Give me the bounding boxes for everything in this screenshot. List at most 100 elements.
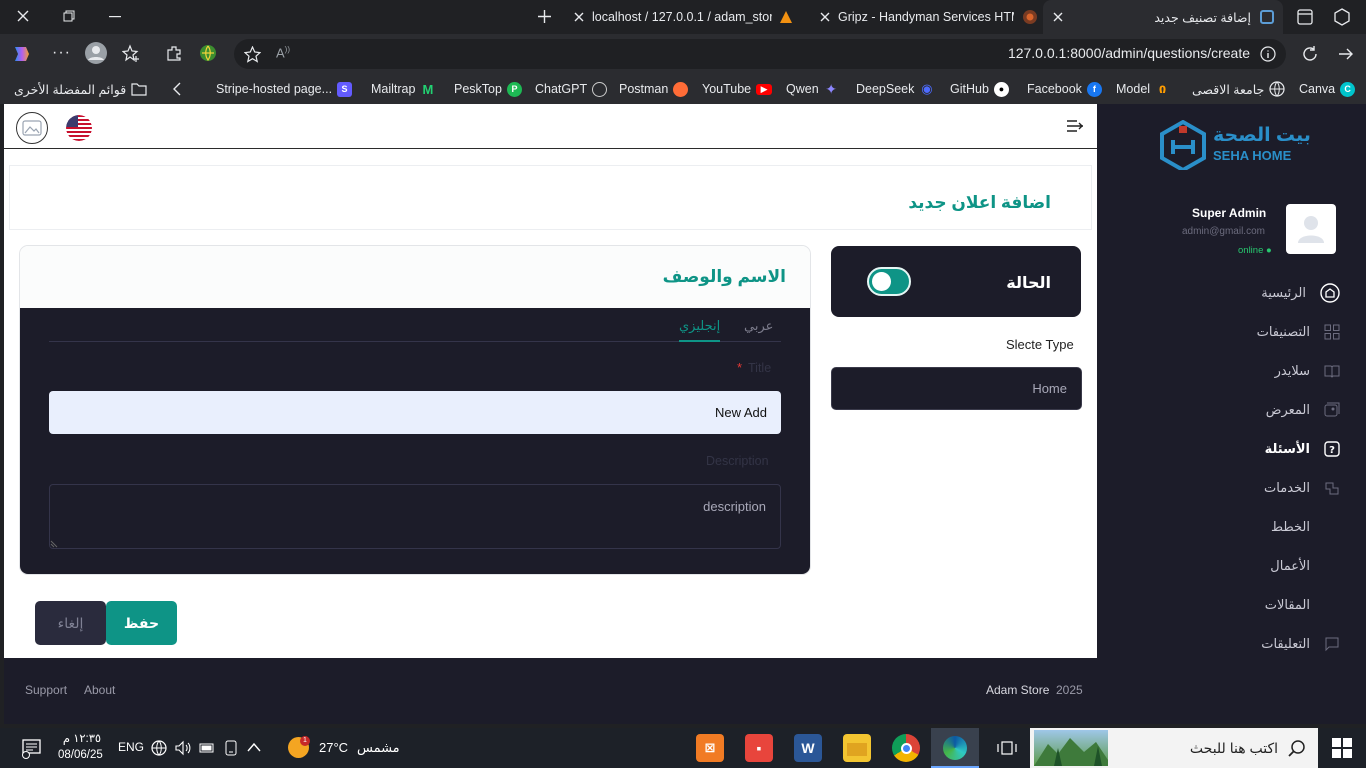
address-bar[interactable]: A)) 127.0.0.1:8000/admin/questions/creat… [234, 39, 1286, 69]
site-info-icon[interactable] [1260, 46, 1276, 62]
extensions-icon[interactable] [165, 44, 183, 62]
save-button[interactable]: حفظ [106, 601, 177, 645]
close-window-icon[interactable] [16, 9, 30, 23]
user-avatar[interactable] [1286, 204, 1336, 254]
bookmark-pesktop[interactable]: PeskTop P [454, 74, 522, 104]
word-icon[interactable]: W [794, 734, 822, 762]
bookmark-label: Canva [1299, 82, 1336, 96]
edge-taskbar-button[interactable] [931, 728, 979, 768]
bookmark-canva[interactable]: Canva C [1299, 74, 1356, 104]
file-explorer-icon[interactable] [843, 734, 871, 762]
brand-logo[interactable]: بيت الصحة SEHA HOME [1159, 118, 1311, 174]
minimize-window-icon[interactable] [109, 16, 121, 18]
sidebar-item-articles[interactable]: المقالات [1265, 594, 1310, 616]
sidebar-item-categories[interactable]: التصنيفات [1257, 321, 1340, 343]
network-globe-icon[interactable] [151, 740, 167, 756]
xampp-icon[interactable]: ⊠ [696, 734, 724, 762]
us-flag-icon[interactable] [66, 115, 92, 141]
device-icon[interactable] [224, 740, 238, 756]
tab-english[interactable]: إنجليزي [679, 318, 721, 342]
close-tab-icon[interactable] [1053, 12, 1063, 22]
type-select[interactable]: Home [831, 367, 1082, 410]
close-tab-icon[interactable] [574, 12, 584, 22]
bookmark-youtube[interactable]: YouTube ▶ [702, 74, 773, 104]
page-footer: Support About Adam Store 2025 [4, 658, 1097, 724]
extension-globe-icon[interactable] [199, 44, 217, 62]
notifications-icon[interactable] [20, 739, 42, 759]
copilot-icon[interactable] [1333, 8, 1351, 26]
bookmark-facebook[interactable]: Facebook f [1027, 74, 1102, 104]
bookmark-stripe[interactable]: Stripe-hosted page... S [216, 74, 353, 104]
tab-title: localhost / 127.0.0.1 / adam_store [592, 10, 772, 24]
card-body: عربي إنجليزي * Title New Add Description… [20, 308, 810, 574]
tab-title: Gripz - Handyman Services HTML [838, 10, 1014, 24]
copilot-app-icon[interactable] [12, 45, 32, 63]
read-aloud-icon[interactable]: A)) [276, 45, 290, 60]
bookmark-alaqsa[interactable]: جامعة الاقصى [1192, 74, 1285, 104]
restore-window-icon[interactable] [63, 10, 75, 22]
title-input[interactable]: New Add [49, 391, 781, 434]
sidebar-item-home[interactable]: الرئيسية [1261, 282, 1340, 304]
sidebar-item-label: التعليقات [1261, 636, 1310, 651]
bookmark-qwen[interactable]: Qwen ✦ [786, 74, 839, 104]
menu-toggle-icon[interactable] [1066, 118, 1084, 134]
bookmark-label: PeskTop [454, 82, 502, 96]
weather-temp[interactable]: 27°C [319, 740, 348, 755]
more-menu-icon[interactable]: ··· [52, 44, 71, 62]
sidebar-item-gallery[interactable]: المعرض [1266, 399, 1340, 421]
new-tab-icon[interactable] [537, 9, 552, 24]
clock-date[interactable]: 08/06/25 [58, 749, 103, 761]
type-label: Slecte Type [1006, 337, 1074, 352]
weather-text[interactable]: مشمس [357, 740, 400, 756]
tab-arabic[interactable]: عربي [744, 318, 773, 342]
bookmark-postman[interactable]: Postman [619, 74, 689, 104]
sidebar-item-label: سلايدر [1274, 363, 1310, 378]
close-tab-icon[interactable] [820, 12, 830, 22]
task-view-icon[interactable] [997, 739, 1017, 757]
anydesk-icon[interactable]: ▪ [745, 734, 773, 762]
bookmark-chatgpt[interactable]: ChatGPT [535, 74, 608, 104]
clock-time[interactable]: ١٢:٣٥ م [60, 731, 104, 745]
language-indicator[interactable]: ENG [118, 740, 144, 754]
card-header: الاسم والوصف [20, 246, 810, 308]
other-favorites-folder[interactable]: قوائم المفضلة الأخرى [14, 74, 147, 104]
footer-support-link[interactable]: Support [25, 683, 67, 697]
bookmark-github[interactable]: GitHub ● [950, 74, 1009, 104]
sidebar-item-services[interactable]: الخدمات [1264, 477, 1340, 499]
sidebar-item-works[interactable]: الأعمال [1270, 555, 1310, 577]
footer-brand[interactable]: Adam Store [986, 683, 1049, 697]
cancel-button[interactable]: إلغاء [35, 601, 106, 645]
sidebar-item-label: الرئيسية [1261, 285, 1306, 300]
tab-gripz[interactable]: Gripz - Handyman Services HTML [812, 0, 1038, 34]
refresh-icon[interactable] [1301, 45, 1319, 63]
user-avatar-icon[interactable] [16, 112, 48, 144]
taskbar-search-box[interactable]: اكتب هنا للبحث [1030, 728, 1318, 768]
search-highlight-image [1034, 730, 1108, 766]
bookmark-model[interactable]: Model ი [1116, 74, 1170, 104]
chevron-up-icon[interactable] [247, 742, 261, 752]
resize-handle-icon[interactable] [50, 540, 58, 548]
footer-about-link[interactable]: About [84, 683, 115, 697]
qwen-icon: ✦ [825, 80, 838, 97]
battery-icon[interactable] [199, 741, 215, 755]
tab-phpmyadmin[interactable]: localhost / 127.0.0.1 / adam_store [566, 0, 806, 34]
add-favorite-star-icon[interactable] [244, 46, 261, 63]
profile-icon[interactable] [85, 42, 107, 64]
sidebar-item-comments[interactable]: التعليقات [1261, 633, 1340, 655]
sidebar-item-questions[interactable]: الأسئلة ? [1265, 438, 1340, 460]
grid-icon [1324, 324, 1340, 340]
bookmark-deepseek[interactable]: DeepSeek ◉ [856, 74, 934, 104]
forward-arrow-icon[interactable] [1337, 45, 1355, 63]
workspaces-icon[interactable] [1297, 9, 1313, 25]
chrome-icon[interactable] [892, 734, 920, 762]
windows-start-icon[interactable] [1332, 738, 1352, 758]
status-toggle[interactable] [867, 267, 911, 296]
chevron-left-icon[interactable] [172, 82, 182, 96]
tab-active[interactable]: إضافة تصنيف جديد [1043, 0, 1283, 34]
volume-icon[interactable] [175, 740, 191, 756]
sidebar-item-slider[interactable]: سلايدر [1275, 360, 1340, 382]
description-textarea[interactable]: description [49, 484, 781, 549]
bookmark-mailtrap[interactable]: Mailtrap M [371, 74, 435, 104]
favorites-icon[interactable] [122, 44, 140, 62]
sidebar-item-plans[interactable]: الخطط [1271, 516, 1310, 538]
